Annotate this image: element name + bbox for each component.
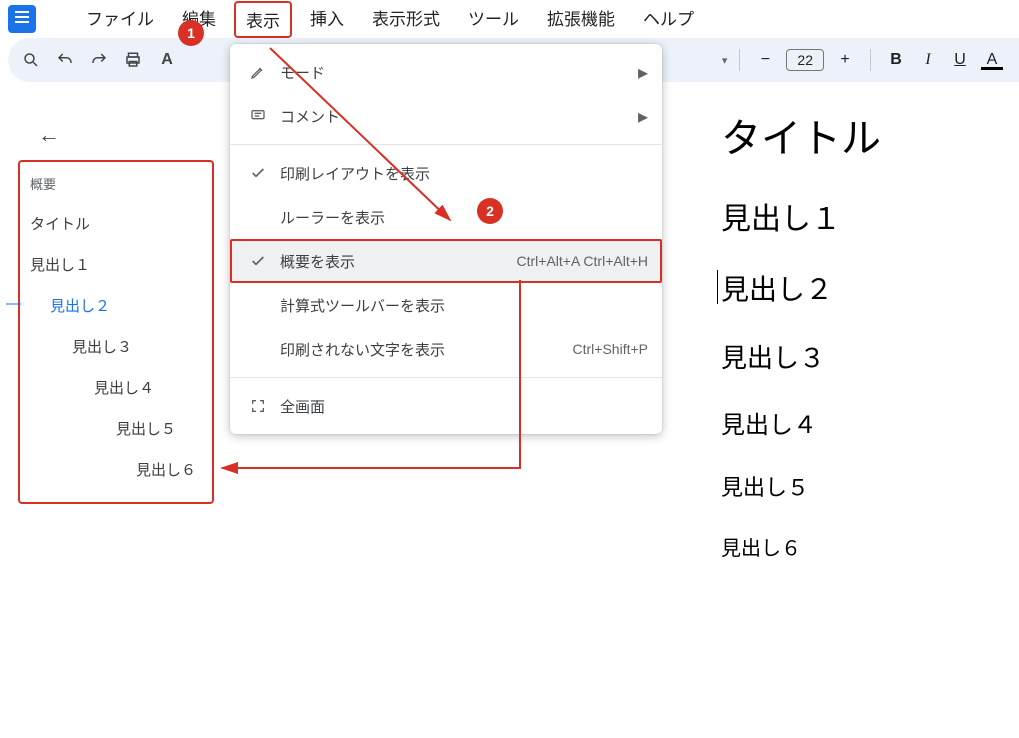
toolbar-divider bbox=[739, 49, 740, 71]
doc-heading-2-text: 見出し２ bbox=[721, 274, 833, 305]
view-menu-item[interactable]: 印刷されない文字を表示Ctrl+Shift+P bbox=[230, 327, 662, 371]
redo-icon[interactable] bbox=[82, 43, 116, 77]
view-menu-item[interactable]: 全画面 bbox=[230, 384, 662, 428]
menu-item-label: ルーラーを表示 bbox=[272, 207, 648, 228]
pencil-icon bbox=[244, 64, 272, 80]
outline-item[interactable]: 見出し５ bbox=[24, 408, 208, 449]
doc-heading-3: 見出し３ bbox=[721, 338, 1019, 375]
menu-item-label: 全画面 bbox=[272, 396, 648, 417]
fontsize-increase[interactable]: + bbox=[830, 51, 860, 69]
menu-item-shortcut: Ctrl+Alt+A Ctrl+Alt+H bbox=[517, 253, 649, 269]
view-menu-dropdown: モード▸コメント▸印刷レイアウトを表示ルーラーを表示概要を表示Ctrl+Alt+… bbox=[230, 44, 662, 434]
print-icon[interactable] bbox=[116, 43, 150, 77]
font-size-input[interactable]: 22 bbox=[786, 49, 824, 71]
submenu-arrow-icon: ▸ bbox=[638, 60, 648, 85]
doc-heading-2: 見出し２ bbox=[721, 268, 1019, 308]
submenu-arrow-icon: ▸ bbox=[638, 104, 648, 129]
outline-item[interactable]: 見出し３ bbox=[24, 326, 208, 367]
outline-back-icon[interactable]: ← bbox=[38, 122, 60, 148]
menu-挿入[interactable]: 挿入 bbox=[300, 1, 354, 38]
view-menu-item[interactable]: 概要を表示Ctrl+Alt+A Ctrl+Alt+H bbox=[230, 239, 662, 283]
view-menu-item[interactable]: 計算式ツールバーを表示 bbox=[230, 283, 662, 327]
menu-item-shortcut: Ctrl+Shift+P bbox=[573, 341, 648, 357]
fontsize-decrease[interactable]: − bbox=[750, 51, 780, 69]
outline-item[interactable]: 見出し２ bbox=[24, 285, 208, 326]
docs-logo-icon[interactable] bbox=[8, 5, 36, 33]
menu-表示形式[interactable]: 表示形式 bbox=[362, 1, 450, 38]
doc-heading-1: 見出し１ bbox=[721, 194, 1019, 238]
menu-拡張機能[interactable]: 拡張機能 bbox=[537, 1, 625, 38]
menu-ヘルプ[interactable]: ヘルプ bbox=[633, 1, 704, 38]
doc-heading-4: 見出し４ bbox=[721, 405, 1019, 440]
text-color-button[interactable]: A bbox=[977, 51, 1007, 69]
menu-ツール[interactable]: ツール bbox=[458, 1, 529, 38]
toolbar-divider bbox=[870, 49, 871, 71]
menu-item-label: コメント bbox=[272, 106, 638, 127]
outline-item[interactable]: タイトル bbox=[24, 203, 208, 244]
menu-item-label: 印刷されない文字を表示 bbox=[272, 339, 573, 360]
document-canvas: タイトル 見出し１ 見出し２ 見出し３ 見出し４ 見出し５ 見出し６ bbox=[709, 86, 1019, 591]
view-menu-item[interactable]: ルーラーを表示 bbox=[230, 195, 662, 239]
check-icon bbox=[244, 253, 272, 269]
outline-panel: 概要 タイトル見出し１見出し２見出し３見出し４見出し５見出し６ bbox=[18, 160, 214, 504]
menu-表示[interactable]: 表示 bbox=[234, 1, 292, 38]
doc-heading-6: 見出し６ bbox=[721, 532, 1019, 561]
outline-item[interactable]: 見出し１ bbox=[24, 244, 208, 285]
annotation-badge-2: 2 bbox=[477, 198, 503, 224]
check-icon bbox=[244, 165, 272, 181]
search-icon[interactable] bbox=[14, 43, 48, 77]
menu-item-label: 印刷レイアウトを表示 bbox=[272, 163, 648, 184]
menubar: ファイル編集表示挿入表示形式ツール拡張機能ヘルプ bbox=[0, 0, 1019, 38]
spellcheck-icon[interactable]: A bbox=[150, 43, 184, 77]
menu-item-label: 計算式ツールバーを表示 bbox=[272, 295, 648, 316]
doc-title: タイトル bbox=[721, 106, 1019, 164]
comment-icon bbox=[244, 108, 272, 124]
bold-button[interactable]: B bbox=[881, 51, 911, 69]
fullscreen-icon bbox=[244, 398, 272, 414]
view-menu-item[interactable]: コメント▸ bbox=[230, 94, 662, 138]
undo-icon[interactable] bbox=[48, 43, 82, 77]
outline-header: 概要 bbox=[24, 170, 208, 203]
menu-ファイル[interactable]: ファイル bbox=[76, 1, 164, 38]
view-menu-item[interactable]: モード▸ bbox=[230, 50, 662, 94]
annotation-badge-1: 1 bbox=[178, 20, 204, 46]
outline-item[interactable]: 見出し６ bbox=[24, 449, 208, 490]
outline-item[interactable]: 見出し４ bbox=[24, 367, 208, 408]
underline-button[interactable]: U bbox=[945, 51, 975, 69]
menu-item-label: モード bbox=[272, 62, 638, 83]
doc-heading-5: 見出し５ bbox=[721, 470, 1019, 502]
view-menu-item[interactable]: 印刷レイアウトを表示 bbox=[230, 151, 662, 195]
menu-item-label: 概要を表示 bbox=[272, 251, 517, 272]
italic-button[interactable]: I bbox=[913, 51, 943, 69]
